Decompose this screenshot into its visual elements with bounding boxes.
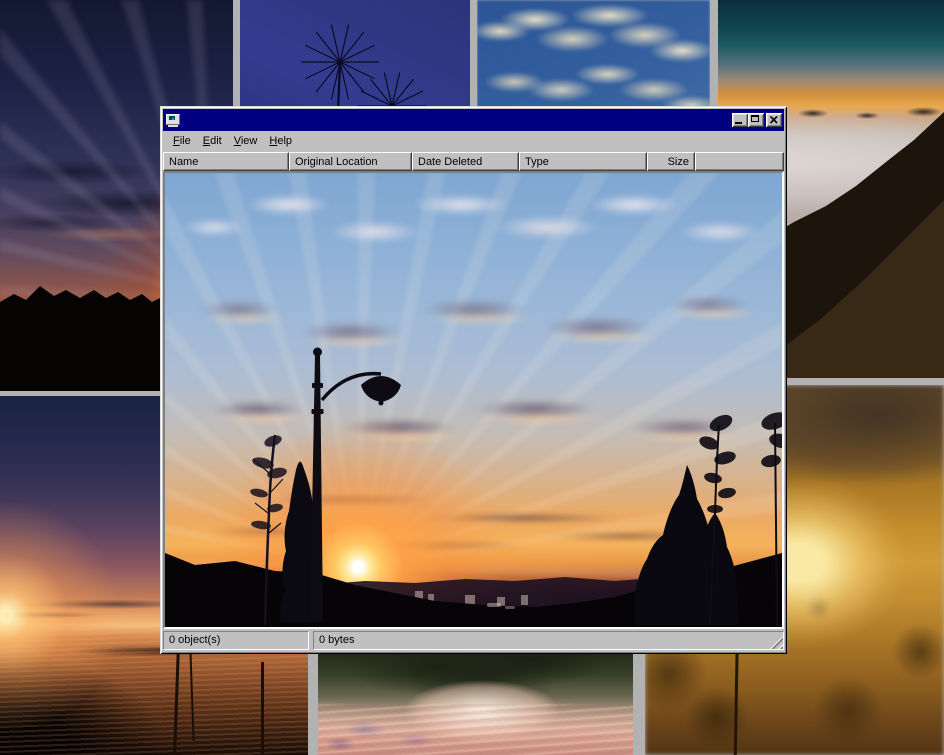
maximize-button[interactable]: [748, 113, 764, 127]
street-lamp-sunset-photo: [165, 173, 782, 627]
menu-help[interactable]: Help: [263, 133, 298, 150]
column-header-type[interactable]: Type: [519, 152, 647, 171]
minimize-icon: [735, 122, 742, 124]
water-pole: [261, 662, 264, 755]
column-header-filler[interactable]: [695, 152, 784, 171]
status-bytes: 0 bytes: [313, 631, 784, 650]
close-button[interactable]: [766, 113, 782, 127]
column-header-size[interactable]: Size: [647, 152, 695, 171]
silhouettes-layer: [165, 173, 782, 627]
menu-edit[interactable]: Edit: [197, 133, 228, 150]
list-area[interactable]: [163, 171, 784, 629]
column-header-original-location[interactable]: Original Location: [289, 152, 412, 171]
menu-view[interactable]: View: [228, 133, 264, 150]
status-objects: 0 object(s): [163, 631, 309, 650]
column-header-date-deleted[interactable]: Date Deleted: [412, 152, 519, 171]
water-ripples-layer: [318, 704, 633, 755]
status-bar: 0 object(s) 0 bytes: [163, 631, 784, 651]
titlebar[interactable]: [163, 109, 784, 131]
maximize-icon: [751, 115, 759, 122]
column-header-name[interactable]: Name: [163, 152, 289, 171]
window-controls: [732, 113, 782, 127]
menu-file[interactable]: File: [167, 133, 197, 150]
desktop: { "window": { "title": "", "menu": [ {"u…: [0, 0, 944, 755]
computer-icon[interactable]: [165, 113, 181, 128]
recycle-bin-window: File Edit View Help Name Original Locati…: [160, 106, 787, 654]
menu-bar: File Edit View Help: [163, 132, 784, 151]
close-icon: [770, 116, 778, 124]
column-header-row: Name Original Location Date Deleted Type…: [163, 152, 784, 171]
minimize-button[interactable]: [732, 113, 748, 127]
